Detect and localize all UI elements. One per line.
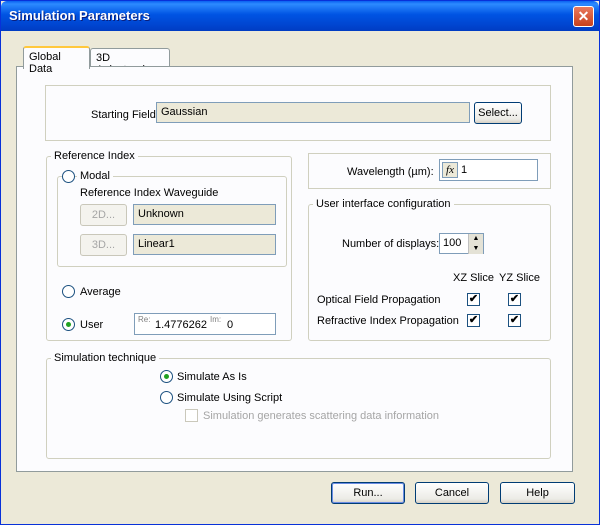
refractive-index-yz-checkbox[interactable]: ✔ bbox=[508, 314, 521, 327]
spin-down-arrow-icon[interactable]: ▼ bbox=[468, 244, 483, 254]
xz-slice-header: XZ Slice bbox=[453, 272, 494, 284]
user-label: User bbox=[80, 319, 104, 331]
global-data-panel: Starting Field: Gaussian Select... Refer… bbox=[16, 66, 573, 472]
tab-global-data[interactable]: Global Data bbox=[23, 46, 90, 75]
average-radio[interactable] bbox=[62, 285, 75, 298]
wavelength-value[interactable]: 1 bbox=[461, 164, 467, 176]
wavelength-field[interactable]: fx 1 bbox=[439, 159, 538, 181]
starting-field-label: Starting Field: bbox=[91, 109, 159, 121]
simulate-as-is-radio[interactable] bbox=[160, 370, 173, 383]
cancel-button[interactable]: Cancel bbox=[415, 482, 489, 504]
scattering-data-checkbox[interactable] bbox=[185, 409, 198, 422]
run-button[interactable]: Run... bbox=[331, 482, 405, 504]
window-title: Simulation Parameters bbox=[9, 8, 150, 23]
3d-waveguide-value[interactable]: Linear1 bbox=[133, 234, 276, 255]
optical-field-label: Optical Field Propagation bbox=[317, 294, 441, 306]
displays-value[interactable]: 100 bbox=[443, 237, 461, 249]
user-radio[interactable] bbox=[62, 318, 75, 331]
optical-field-xz-checkbox[interactable]: ✔ bbox=[467, 293, 480, 306]
displays-label: Number of displays: bbox=[342, 238, 440, 250]
ui-config-legend: User interface configuration bbox=[313, 198, 454, 210]
re-value[interactable]: 1.4776262 bbox=[155, 319, 207, 331]
fx-icon[interactable]: fx bbox=[442, 162, 458, 178]
simulation-technique-legend: Simulation technique bbox=[51, 352, 160, 364]
im-value[interactable]: 0 bbox=[227, 319, 233, 331]
user-index-field[interactable]: Re: 1.4776262 Im: 0 bbox=[134, 313, 276, 335]
modal-radio[interactable] bbox=[62, 170, 75, 183]
simulation-parameters-dialog: Simulation Parameters ✕ Global Data 3D A… bbox=[0, 0, 600, 525]
re-label: Re: bbox=[138, 315, 151, 324]
help-button[interactable]: Help bbox=[500, 482, 575, 504]
starting-field-value[interactable]: Gaussian bbox=[156, 102, 470, 123]
optical-field-yz-checkbox[interactable]: ✔ bbox=[508, 293, 521, 306]
reference-index-legend: Reference Index bbox=[51, 150, 138, 162]
close-button[interactable]: ✕ bbox=[573, 6, 594, 27]
simulate-script-label: Simulate Using Script bbox=[177, 392, 283, 404]
title-bar[interactable]: Simulation Parameters ✕ bbox=[1, 1, 599, 31]
yz-slice-header: YZ Slice bbox=[499, 272, 540, 284]
select-starting-field-button[interactable]: Select... bbox=[474, 102, 522, 124]
reference-index-waveguide-label: Reference Index Waveguide bbox=[80, 187, 219, 199]
simulate-as-is-label: Simulate As Is bbox=[177, 371, 247, 383]
refractive-index-xz-checkbox[interactable]: ✔ bbox=[467, 314, 480, 327]
displays-spinner[interactable]: 100 ▲ ▼ bbox=[439, 233, 484, 254]
tab-3d-anisotropic[interactable]: 3D Anisotropic bbox=[90, 48, 170, 76]
im-label: Im: bbox=[210, 315, 222, 324]
simulation-technique-group bbox=[46, 358, 551, 459]
simulate-script-radio[interactable] bbox=[160, 391, 173, 404]
average-label: Average bbox=[80, 286, 121, 298]
3d-waveguide-button[interactable]: 3D... bbox=[80, 234, 127, 256]
scattering-data-label: Simulation generates scattering data inf… bbox=[203, 410, 440, 422]
modal-label: Modal bbox=[77, 170, 113, 182]
2d-waveguide-button[interactable]: 2D... bbox=[80, 204, 127, 226]
refractive-index-label: Refractive Index Propagation bbox=[317, 315, 459, 327]
spin-up-arrow-icon[interactable]: ▲ bbox=[468, 234, 483, 244]
2d-waveguide-value[interactable]: Unknown bbox=[133, 204, 276, 225]
wavelength-label: Wavelength (µm): bbox=[347, 166, 434, 178]
close-icon: ✕ bbox=[577, 8, 590, 24]
